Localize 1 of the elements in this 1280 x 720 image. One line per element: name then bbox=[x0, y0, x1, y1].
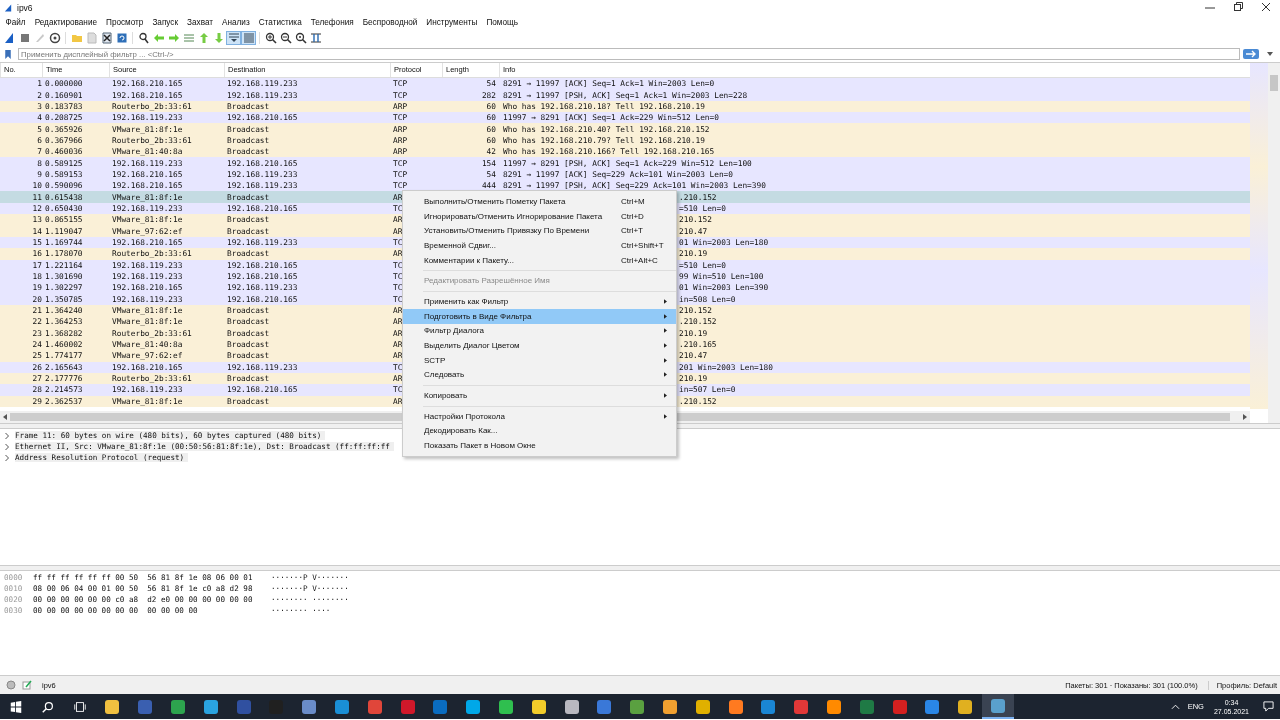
window-title: ipv6 bbox=[17, 2, 33, 13]
